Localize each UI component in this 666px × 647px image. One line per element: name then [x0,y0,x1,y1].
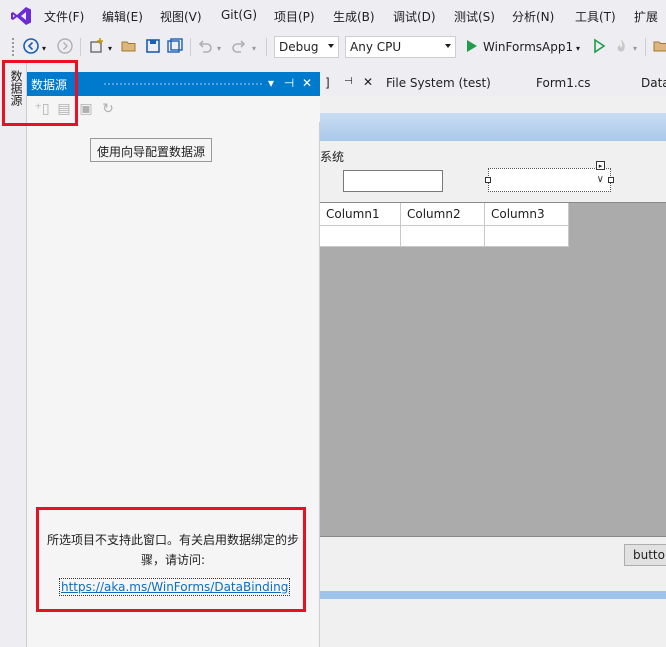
close-icon[interactable]: ✕ [299,75,315,91]
configure-wizard-button[interactable]: 使用向导配置数据源 [90,138,212,162]
start-target-label[interactable]: WinFormsApp1 [483,40,573,54]
menu-extensions[interactable]: 扩展 [634,8,658,25]
form-textbox[interactable] [343,170,443,192]
window-position-icon[interactable]: ▾ [263,75,279,91]
platform-value: Any CPU [350,40,402,54]
new-project-icon[interactable] [88,37,106,55]
start-debugging-icon[interactable] [463,37,481,55]
toolbar-grip[interactable] [12,38,14,56]
chevron-down-icon [445,44,451,48]
menu-edit[interactable]: 编辑(E) [102,8,143,25]
header-grip[interactable] [103,82,263,86]
save-icon[interactable] [144,37,162,55]
configuration-select[interactable]: Debug [274,36,339,58]
toolbar-separator [80,38,81,56]
menu-analyze[interactable]: 分析(N) [512,8,554,25]
hot-reload-dropdown-icon[interactable]: ▾ [633,44,637,53]
tab-form1-cs[interactable]: Form1.cs [536,76,591,90]
refresh-icon[interactable]: ↻ [99,100,117,118]
hot-reload-icon[interactable] [612,37,630,55]
chevron-down-icon [328,44,334,48]
grid-cell[interactable] [485,226,569,247]
redo-icon[interactable] [230,37,248,55]
new-dropdown-icon[interactable]: ▾ [108,44,112,53]
datagridview[interactable]: Column1 Column2 Column3 [320,202,666,537]
grid-column-header[interactable]: Column1 [320,203,401,226]
folder-icon[interactable] [652,37,666,55]
form-bottom-strip [320,591,666,599]
redo-dropdown-icon[interactable]: ▾ [252,44,256,53]
pin-icon[interactable]: ⊣ [281,75,297,91]
forward-icon[interactable] [56,37,74,55]
menu-project[interactable]: 项目(P) [274,8,315,25]
undo-icon[interactable] [196,37,214,55]
menu-tools[interactable]: 工具(T) [575,8,616,25]
menu-test[interactable]: 测试(S) [454,8,495,25]
resize-handle-left[interactable] [485,177,491,183]
visual-studio-logo-icon[interactable] [10,6,32,26]
undo-dropdown-icon[interactable]: ▾ [217,44,221,53]
menu-build[interactable]: 生成(B) [333,8,375,25]
toolbar-separator [266,38,267,56]
menu-file[interactable]: 文件(F) [44,8,84,25]
form-title-bar [320,113,666,141]
menu-view[interactable]: 视图(V) [160,8,202,25]
chevron-down-icon: ∨ [596,174,604,185]
form-combobox[interactable]: ∨ [488,168,611,192]
toolbar-separator [645,38,646,56]
back-dropdown-icon[interactable]: ▾ [42,44,46,53]
tab-data[interactable]: Data [641,76,666,90]
start-without-debugging-icon[interactable] [590,37,608,55]
configure-icon[interactable]: ▣ [77,100,95,118]
grid-cell[interactable] [401,226,485,247]
grid-column-header[interactable]: Column3 [485,203,569,226]
tab-bracket-fragment: ] [325,76,330,90]
menu-bar: 文件(F) 编辑(E) 视图(V) Git(G) 项目(P) 生成(B) 调试(… [0,0,666,32]
document-tab-bar: ] ⊣ ✕ File System (test) Form1.cs Data [320,72,666,96]
smart-tag-icon[interactable]: ▸ [596,161,605,170]
menu-git[interactable]: Git(G) [221,8,257,22]
tab-file-system[interactable]: File System (test) [386,76,491,90]
save-all-icon[interactable] [166,37,184,55]
resize-handle-right[interactable] [608,177,614,183]
toolbar: ▾ ▾ ▾ ▾ Debug Any CPU WinFormsApp1 ▾ ▾ [0,32,666,62]
configuration-value: Debug [279,40,319,54]
toolbar-separator [190,38,191,56]
form-designer: 系统 ∨ ▸ Column1 Column2 Column3 butto [320,96,666,647]
menu-debug[interactable]: 调试(D) [393,8,436,25]
side-tab-strip: 数据源 [0,62,27,647]
grid-column-header[interactable]: Column2 [401,203,485,226]
open-folder-icon[interactable] [120,37,138,55]
form-label-partial[interactable]: 系统 [320,148,344,165]
grid-cell[interactable] [320,226,401,247]
form-button[interactable]: butto [624,544,666,566]
platform-select[interactable]: Any CPU [345,36,456,58]
highlight-box-data-sources-tab [2,60,78,126]
start-target-dropdown-icon[interactable]: ▾ [576,44,580,53]
highlight-box-message [36,507,306,612]
tab-close-icon[interactable]: ✕ [363,75,373,89]
back-icon[interactable] [22,37,40,55]
tab-pin-icon[interactable]: ⊣ [344,76,353,87]
